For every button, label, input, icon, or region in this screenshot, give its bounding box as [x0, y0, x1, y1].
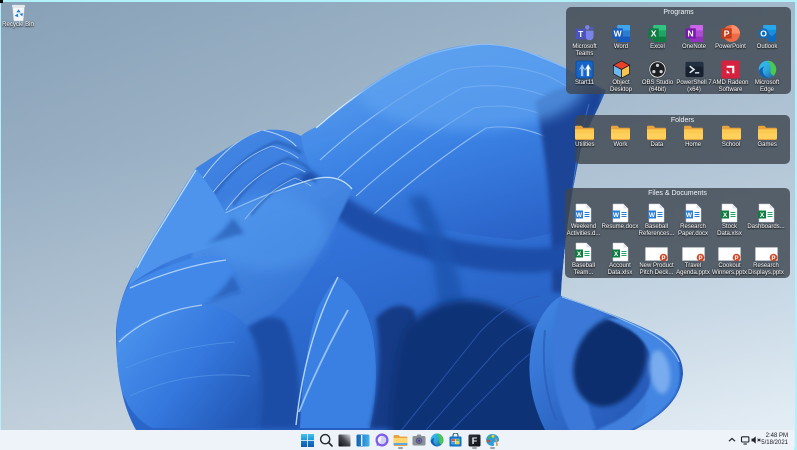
svg-text:X: X: [577, 251, 582, 258]
svg-text:P: P: [771, 256, 775, 262]
svg-text:W: W: [612, 212, 619, 219]
svg-text:W: W: [613, 28, 622, 38]
svg-text:P: P: [698, 256, 702, 262]
svg-text:P: P: [661, 256, 665, 262]
svg-text:N: N: [687, 28, 693, 38]
svg-text:W: W: [649, 212, 656, 219]
svg-text:W: W: [685, 212, 692, 219]
svg-text:P: P: [734, 256, 738, 262]
svg-text:X: X: [723, 212, 728, 219]
svg-text:X: X: [613, 251, 618, 258]
svg-text:O: O: [760, 28, 767, 38]
svg-text:F: F: [472, 436, 478, 446]
svg-text:T: T: [578, 30, 583, 39]
svg-text:P: P: [724, 28, 730, 38]
svg-text:X: X: [759, 212, 764, 219]
svg-text:X: X: [651, 28, 657, 38]
svg-text:W: W: [576, 212, 583, 219]
